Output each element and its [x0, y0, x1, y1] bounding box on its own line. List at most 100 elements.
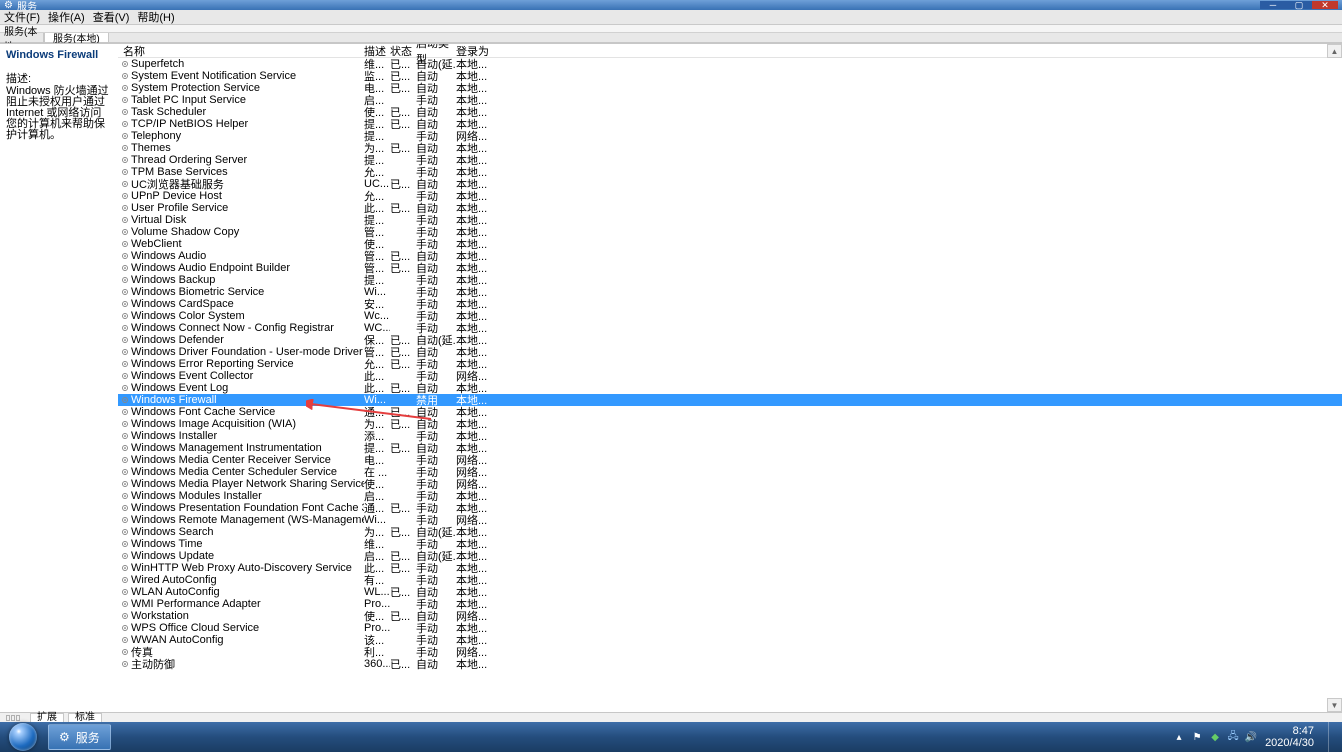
service-row[interactable]: Windows Presentation Foundation Font Cac… [118, 502, 1342, 514]
service-row[interactable]: Windows FirewallWi...禁用本地... [118, 394, 1342, 406]
service-gear-icon [118, 407, 131, 417]
service-row[interactable]: Windows Color SystemWc...手动本地... [118, 310, 1342, 322]
col-logon[interactable]: 登录为 [456, 44, 492, 59]
taskbar[interactable]: ⚙ 服务 ▴ ⚑ ◆ 🖧 🔊 8:47 2020/4/30 [0, 722, 1342, 752]
service-row[interactable]: System Protection Service电...已...自动本地... [118, 82, 1342, 94]
service-row[interactable]: WinHTTP Web Proxy Auto-Discovery Service… [118, 562, 1342, 574]
service-row[interactable]: Windows Driver Foundation - User-mode Dr… [118, 346, 1342, 358]
grid-rows[interactable]: Superfetch维...已...自动(延...本地...System Eve… [118, 58, 1342, 712]
service-row[interactable]: Windows Image Acquisition (WIA)为...已...自… [118, 418, 1342, 430]
tab-standard[interactable]: 标准 [68, 713, 102, 722]
service-row[interactable]: Windows Time维...手动本地... [118, 538, 1342, 550]
service-row[interactable]: Windows Media Center Scheduler Service在 … [118, 466, 1342, 478]
service-gear-icon [118, 71, 131, 81]
col-desc[interactable]: 描述 [364, 44, 390, 59]
service-row[interactable]: System Event Notification Service监...已..… [118, 70, 1342, 82]
col-state[interactable]: 状态 [390, 44, 416, 59]
service-row[interactable]: Windows Remote Management (WS-Management… [118, 514, 1342, 526]
service-state: 已... [390, 608, 416, 624]
taskbar-app-services[interactable]: ⚙ 服务 [48, 724, 111, 750]
minimize-button[interactable]: ─ [1260, 1, 1286, 9]
service-row[interactable]: Windows Event Collector此...手动网络... [118, 370, 1342, 382]
service-row[interactable]: Workstation使...已...自动网络... [118, 610, 1342, 622]
scroll-up-button[interactable]: ▲ [1327, 44, 1342, 58]
service-row[interactable]: UPnP Device Host允...手动本地... [118, 190, 1342, 202]
service-name: Windows Font Cache Service [131, 406, 364, 418]
tray-clock[interactable]: 8:47 2020/4/30 [1265, 725, 1314, 749]
service-row[interactable]: Volume Shadow Copy管...手动本地... [118, 226, 1342, 238]
tray-volume-icon[interactable]: 🔊 [1245, 731, 1257, 743]
service-row[interactable]: Windows Biometric ServiceWi...手动本地... [118, 286, 1342, 298]
grid-header[interactable]: 名称 描述 状态 启动类型 登录为 [118, 44, 1342, 58]
service-name: WMI Performance Adapter [131, 598, 364, 610]
service-gear-icon [118, 275, 131, 285]
tray-chevron-icon[interactable]: ▴ [1173, 731, 1185, 743]
service-row[interactable]: Thread Ordering Server提...手动本地... [118, 154, 1342, 166]
service-gear-icon [118, 455, 131, 465]
service-row[interactable]: Windows Modules Installer启...手动本地... [118, 490, 1342, 502]
service-row[interactable]: WPS Office Cloud ServicePro...手动本地... [118, 622, 1342, 634]
service-name: Superfetch [131, 58, 364, 70]
show-desktop-button[interactable] [1328, 722, 1338, 752]
service-row[interactable]: Windows CardSpace安...手动本地... [118, 298, 1342, 310]
service-row[interactable]: 主动防御360...已...自动本地... [118, 658, 1342, 670]
menu-action[interactable]: 操作(A) [48, 9, 85, 25]
service-gear-icon [118, 503, 131, 513]
service-row[interactable]: Windows Media Center Receiver Service电..… [118, 454, 1342, 466]
menu-view[interactable]: 查看(V) [93, 9, 130, 25]
service-row[interactable]: UC浏览器基础服务UC...已...自动本地... [118, 178, 1342, 190]
service-row[interactable]: WebClient使...手动本地... [118, 238, 1342, 250]
service-gear-icon [118, 155, 131, 165]
menu-help[interactable]: 帮助(H) [137, 9, 174, 25]
service-row[interactable]: Windows Backup提...手动本地... [118, 274, 1342, 286]
service-row[interactable]: Windows Error Reporting Service允...已...手… [118, 358, 1342, 370]
service-name: Windows Presentation Foundation Font Cac… [131, 502, 364, 514]
service-name: Windows Search [131, 526, 364, 538]
tab-extended[interactable]: 扩展 [30, 713, 64, 722]
service-row[interactable]: Windows Update启...已...自动(延...本地... [118, 550, 1342, 562]
service-row[interactable]: Windows Media Player Network Sharing Ser… [118, 478, 1342, 490]
service-row[interactable]: Windows Font Cache Service通...已...自动本地..… [118, 406, 1342, 418]
tray-network-icon[interactable]: 🖧 [1227, 731, 1239, 743]
window-titlebar[interactable]: ⚙ 服务 ─ ▢ ✕ [0, 0, 1342, 10]
service-row[interactable]: TCP/IP NetBIOS Helper提...已...自动本地... [118, 118, 1342, 130]
service-row[interactable]: Windows Event Log此...已...自动本地... [118, 382, 1342, 394]
service-row[interactable]: WMI Performance AdapterPro...手动本地... [118, 598, 1342, 610]
service-gear-icon [118, 479, 131, 489]
maximize-button[interactable]: ▢ [1286, 1, 1312, 9]
service-name: Windows CardSpace [131, 298, 364, 310]
service-row[interactable]: Windows Management Instrumentation提...已.… [118, 442, 1342, 454]
system-tray[interactable]: ▴ ⚑ ◆ 🖧 🔊 8:47 2020/4/30 [1173, 722, 1342, 752]
service-row[interactable]: Virtual Disk提...手动本地... [118, 214, 1342, 226]
service-row[interactable]: WLAN AutoConfigWL...已...自动本地... [118, 586, 1342, 598]
service-row[interactable]: Task Scheduler使...已...自动本地... [118, 106, 1342, 118]
service-row[interactable]: Windows Audio管...已...自动本地... [118, 250, 1342, 262]
service-row[interactable]: Windows Defender保...已...自动(延...本地... [118, 334, 1342, 346]
tray-shield-icon[interactable]: ◆ [1209, 731, 1221, 743]
service-startup: 自动 [416, 656, 456, 672]
col-name[interactable]: 名称 [118, 44, 364, 59]
service-row[interactable]: Windows Installer添...手动本地... [118, 430, 1342, 442]
service-gear-icon [118, 539, 131, 549]
service-row[interactable]: Wired AutoConfig有...手动本地... [118, 574, 1342, 586]
tray-flag-icon[interactable]: ⚑ [1191, 731, 1203, 743]
start-button[interactable] [0, 722, 46, 752]
close-button[interactable]: ✕ [1312, 1, 1338, 9]
tree-root-tab[interactable]: 服务(本地 [0, 33, 44, 42]
service-row[interactable]: Windows Audio Endpoint Builder管...已...自动… [118, 262, 1342, 274]
content-tab[interactable]: 服务(本地) [44, 33, 109, 42]
service-row[interactable]: Telephony提...手动网络... [118, 130, 1342, 142]
service-row[interactable]: Themes为...已...自动本地... [118, 142, 1342, 154]
service-row[interactable]: Windows Connect Now - Config RegistrarWC… [118, 322, 1342, 334]
toolbar [0, 25, 1342, 33]
service-gear-icon [118, 659, 131, 669]
scroll-down-button[interactable]: ▼ [1327, 698, 1342, 712]
service-row[interactable]: Tablet PC Input Service启...手动本地... [118, 94, 1342, 106]
service-row[interactable]: Windows Search为...已...自动(延...本地... [118, 526, 1342, 538]
service-gear-icon [118, 299, 131, 309]
service-gear-icon [118, 311, 131, 321]
service-gear-icon [118, 563, 131, 573]
service-name: Windows Remote Management (WS-Management… [131, 514, 364, 526]
service-row[interactable]: User Profile Service此...已...自动本地... [118, 202, 1342, 214]
service-row[interactable]: Superfetch维...已...自动(延...本地... [118, 58, 1342, 70]
